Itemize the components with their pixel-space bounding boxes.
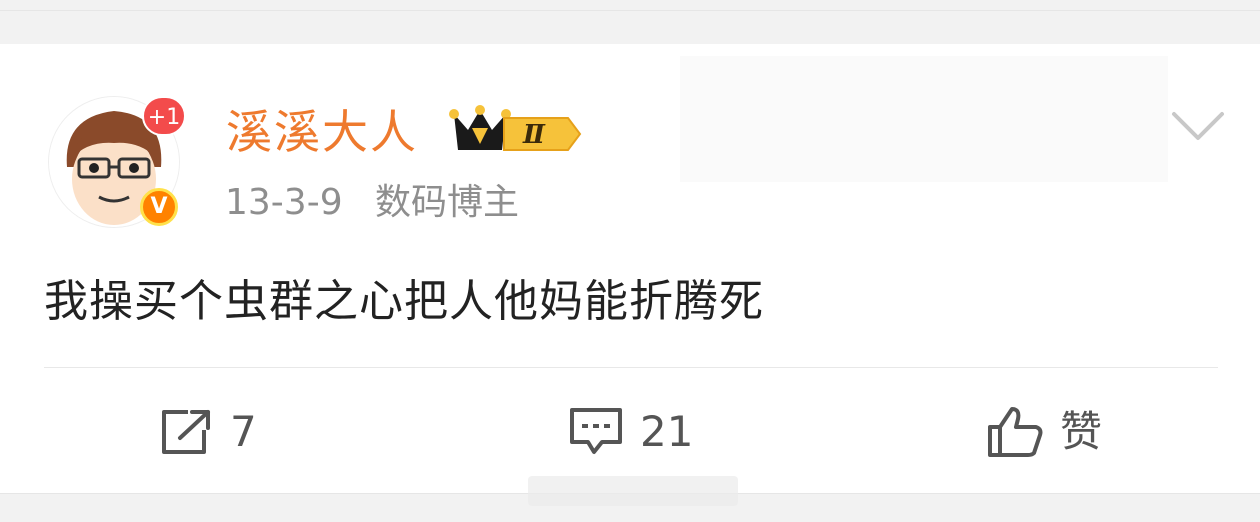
comment-button[interactable]: 21 <box>568 402 693 462</box>
member-crown-icon[interactable]: Ⅱ <box>446 104 582 160</box>
member-level-text: Ⅱ <box>522 120 546 150</box>
like-label: 赞 <box>1060 407 1103 456</box>
watermark-blur <box>528 476 738 506</box>
repost-button[interactable]: 7 <box>160 402 257 462</box>
avatar-container[interactable]: +1 V <box>48 96 186 232</box>
verified-badge: V <box>140 188 178 226</box>
top-divider <box>0 10 1260 11</box>
chevron-down-icon[interactable] <box>1168 106 1228 146</box>
comment-bubble-icon <box>570 408 622 454</box>
thumbs-up-icon <box>988 407 1043 457</box>
share-box-icon <box>162 410 210 454</box>
notification-badge: +1 <box>142 96 186 136</box>
post-source: 数码博主 <box>375 182 520 223</box>
post-text: 我操买个虫群之心把人他妈能折腾死 <box>44 276 764 327</box>
comment-count: 21 <box>640 407 694 456</box>
like-button[interactable]: 赞 <box>986 402 1102 462</box>
post-date: 13-3-9 <box>225 182 343 223</box>
repost-count: 7 <box>230 407 257 456</box>
redacted-area <box>680 56 1168 182</box>
post-card[interactable]: +1 V 溪溪大人 Ⅱ 13-3-9 数码博主 我操买个虫群之心把人他妈能折腾死… <box>0 44 1260 493</box>
username[interactable]: 溪溪大人 <box>226 102 418 162</box>
top-spacer <box>0 0 1260 44</box>
action-divider <box>44 367 1218 368</box>
